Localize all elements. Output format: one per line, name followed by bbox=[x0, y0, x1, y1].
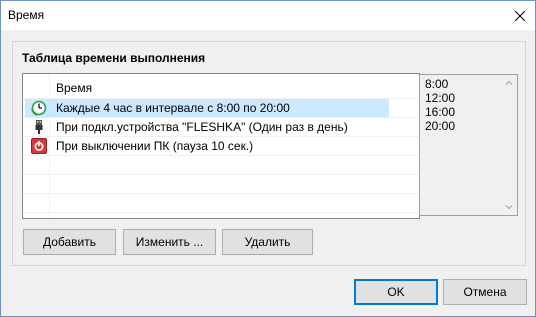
scroll-down-icon[interactable] bbox=[501, 199, 517, 215]
list-column-header[interactable]: Время bbox=[56, 81, 92, 95]
window-title: Время bbox=[8, 8, 45, 22]
list-row-divider bbox=[23, 155, 419, 156]
add-button[interactable]: Добавить bbox=[23, 229, 116, 255]
times-list: 8:00 12:00 16:00 20:00 bbox=[425, 77, 455, 133]
usb-plug-icon bbox=[35, 120, 43, 134]
scroll-up-icon[interactable] bbox=[501, 75, 517, 91]
times-scrollbar[interactable] bbox=[501, 75, 517, 215]
list-row-divider bbox=[23, 212, 419, 213]
title-bar[interactable]: Время bbox=[1, 1, 535, 30]
close-button[interactable] bbox=[505, 1, 535, 30]
list-item[interactable]: Каждые 4 час в интервале с 8:00 по 20:00 bbox=[25, 99, 389, 117]
list-item-text: Каждые 4 час в интервале с 8:00 по 20:00 bbox=[56, 101, 290, 115]
list-item[interactable]: При выключении ПК (пауза 10 сек.) bbox=[25, 137, 389, 155]
time-entry: 8:00 bbox=[425, 77, 449, 91]
list-item-text: При подкл.устройства "FLESHKA" (Один раз… bbox=[56, 120, 348, 134]
times-listbox[interactable]: 8:00 12:00 16:00 20:00 bbox=[419, 74, 518, 216]
close-icon bbox=[514, 10, 526, 21]
cancel-button[interactable]: Отмена bbox=[443, 279, 527, 305]
delete-button[interactable]: Удалить bbox=[222, 229, 313, 255]
time-entry: 16:00 bbox=[425, 105, 456, 119]
list-item-text: При выключении ПК (пауза 10 сек.) bbox=[56, 139, 254, 153]
list-item[interactable]: При подкл.устройства "FLESHKA" (Один раз… bbox=[25, 118, 389, 136]
edit-button[interactable]: Изменить ... bbox=[123, 229, 216, 255]
dialog-window: Время Таблица времени выполнения Время К… bbox=[0, 0, 536, 317]
group-title: Таблица времени выполнения bbox=[22, 51, 206, 65]
schedule-list[interactable]: Время Каждые 4 час в интервале с 8:00 по… bbox=[22, 73, 420, 219]
clock-icon bbox=[31, 100, 47, 116]
ok-button[interactable]: OK bbox=[354, 279, 438, 305]
schedule-group: Таблица времени выполнения Время Каждые … bbox=[12, 41, 526, 266]
list-row-divider bbox=[23, 174, 419, 175]
time-entry: 12:00 bbox=[425, 91, 456, 105]
list-row-divider bbox=[23, 193, 419, 194]
time-entry: 20:00 bbox=[425, 119, 456, 133]
power-off-icon bbox=[31, 138, 47, 154]
